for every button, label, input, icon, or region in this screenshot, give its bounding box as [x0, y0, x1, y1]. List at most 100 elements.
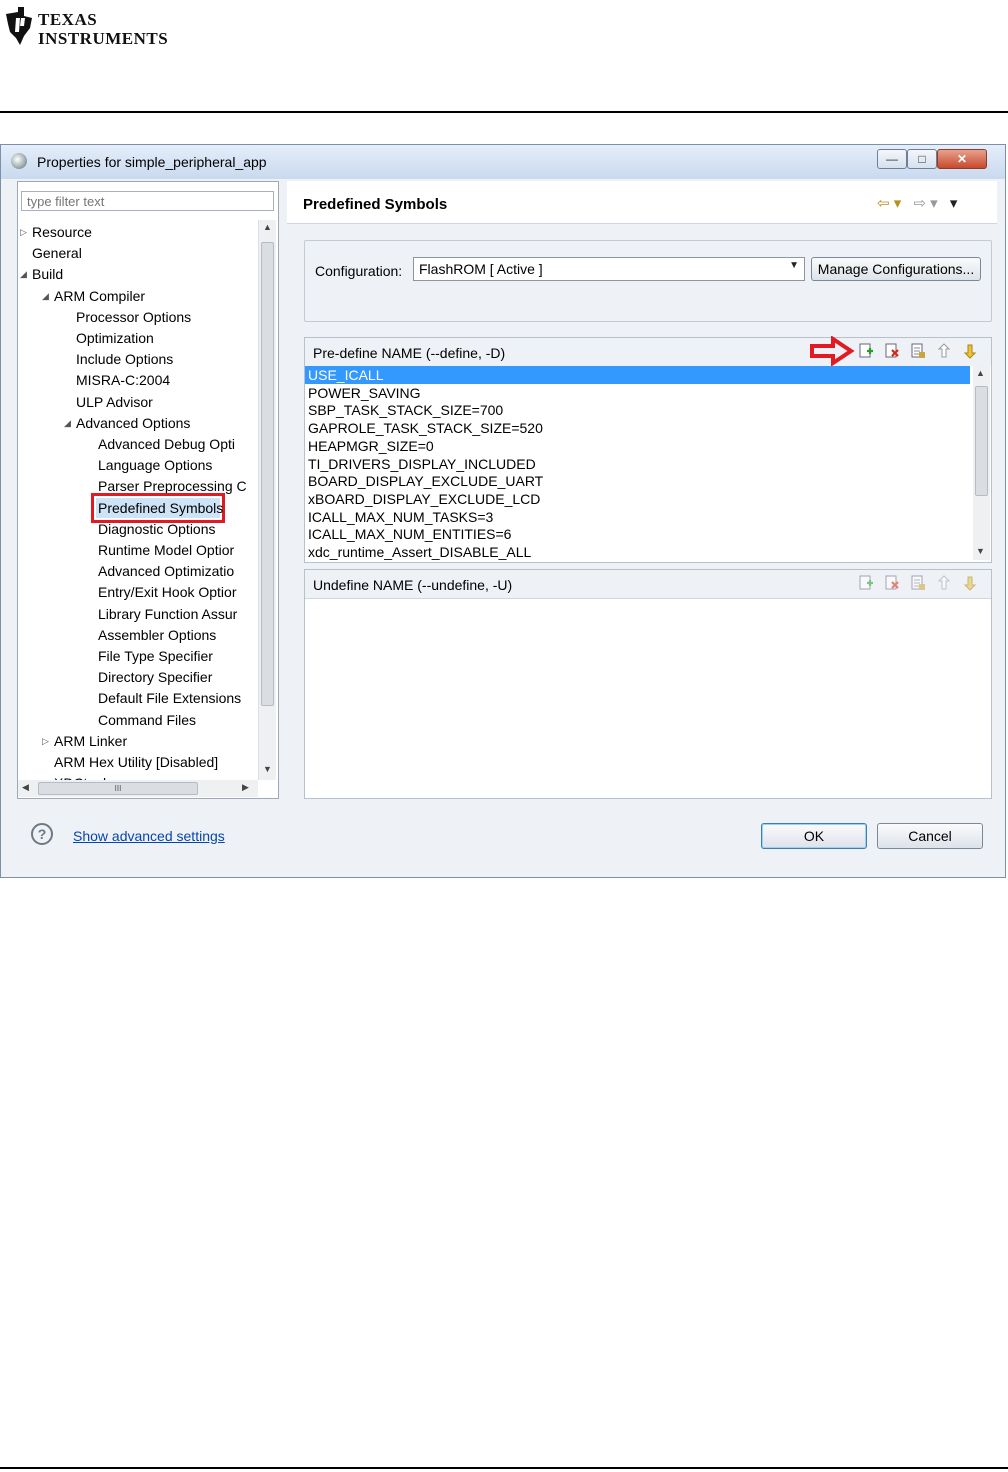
header-rule: [0, 111, 1008, 113]
tree-vscroll-thumb[interactable]: [261, 242, 274, 706]
scroll-left-arrow-icon[interactable]: ◀: [22, 782, 29, 793]
predefine-list-item[interactable]: xBOARD_DISPLAY_EXCLUDE_LCD: [308, 490, 540, 508]
tree-item[interactable]: Command Files: [98, 710, 196, 730]
tree-item[interactable]: ULP Advisor: [76, 392, 153, 412]
add-icon[interactable]: [857, 575, 875, 591]
footer-rule: [0, 1467, 1008, 1469]
tree-vertical-scrollbar[interactable]: ▲ ▼: [258, 220, 276, 780]
tree-item[interactable]: Default File Extensions: [98, 688, 241, 708]
tree-item[interactable]: Runtime Model Optior: [98, 540, 234, 560]
collapsed-twisty-icon[interactable]: ▷: [42, 736, 49, 747]
move-down-icon[interactable]: [961, 575, 979, 591]
expanded-twisty-icon[interactable]: ◢: [42, 291, 49, 302]
configuration-label: Configuration:: [315, 263, 403, 279]
close-button[interactable]: ✕: [937, 149, 987, 169]
tree-item[interactable]: Processor Options: [76, 307, 191, 327]
tree-item[interactable]: Build: [32, 264, 63, 284]
tree-item[interactable]: XDCtools: [54, 773, 113, 780]
predefine-scrollbar[interactable]: ▲ ▼: [973, 366, 990, 560]
predefine-toolbar: [857, 343, 987, 361]
tree-item[interactable]: Directory Specifier: [98, 667, 212, 687]
add-icon[interactable]: [857, 343, 875, 359]
navigation-controls: ⇦ ▾ ⇨ ▾ ▾: [877, 194, 957, 212]
page-title: Predefined Symbols: [303, 196, 448, 213]
undefine-toolbar: [857, 575, 987, 593]
tree-item[interactable]: Advanced Optimizatio: [98, 561, 234, 581]
tree-item[interactable]: MISRA-C:2004: [76, 370, 170, 390]
maximize-button[interactable]: □: [907, 149, 937, 169]
tree-item[interactable]: ARM Linker: [54, 731, 127, 751]
title-bar[interactable]: Properties for simple_peripheral_app — □…: [1, 145, 1005, 179]
predefine-list-item[interactable]: HEAPMGR_SIZE=0: [308, 437, 434, 455]
predefine-list-item[interactable]: USE_ICALL: [305, 366, 970, 384]
tree-item[interactable]: File Type Specifier: [98, 646, 213, 666]
predefine-list-item[interactable]: ICALL_MAX_NUM_TASKS=3: [308, 508, 493, 526]
undefine-group: Undefine NAME (--undefine, -U): [304, 569, 992, 799]
tree-item-predefined-symbols[interactable]: Predefined Symbols: [98, 498, 223, 518]
scroll-down-arrow-icon[interactable]: ▼: [976, 546, 985, 556]
app-icon: [11, 153, 27, 169]
predefine-list-item[interactable]: ICALL_MAX_NUM_ENTITIES=6: [308, 525, 511, 543]
edit-icon[interactable]: [909, 575, 927, 591]
show-advanced-settings-link[interactable]: Show advanced settings: [73, 828, 225, 844]
chevron-down-icon: ▼: [789, 260, 799, 271]
ti-logo: TEXAS INSTRUMENTS: [4, 4, 194, 50]
back-nav-icon[interactable]: ⇦ ▾: [877, 195, 901, 212]
predefine-list-item[interactable]: TI_DRIVERS_DISPLAY_INCLUDED: [308, 455, 536, 473]
filter-input[interactable]: [21, 191, 274, 211]
predefine-list-item[interactable]: SBP_TASK_STACK_SIZE=700: [308, 401, 503, 419]
forward-nav-icon[interactable]: ⇨ ▾: [913, 195, 937, 212]
cancel-button[interactable]: Cancel: [877, 823, 983, 849]
collapsed-twisty-icon[interactable]: ▷: [20, 227, 27, 238]
scroll-up-arrow-icon[interactable]: ▲: [976, 368, 985, 378]
delete-icon[interactable]: [883, 343, 901, 359]
property-tree: ▷ Resource General ◢ Build ◢ ARM Compiler Proce…: [18, 220, 258, 780]
tree-hscroll-thumb[interactable]: III: [38, 782, 198, 795]
help-icon[interactable]: ?: [31, 823, 53, 845]
tree-item[interactable]: Optimization: [76, 328, 154, 348]
tree-item[interactable]: Entry/Exit Hook Optior: [98, 582, 237, 602]
tree-item[interactable]: ARM Hex Utility [Disabled]: [54, 752, 218, 772]
predefine-scroll-thumb[interactable]: [975, 386, 988, 496]
undefine-list[interactable]: [305, 599, 991, 797]
move-up-icon[interactable]: [935, 575, 953, 591]
delete-icon[interactable]: [883, 575, 901, 591]
expanded-twisty-icon[interactable]: ◢: [20, 269, 27, 280]
tree-item[interactable]: Language Options: [98, 455, 212, 475]
tree-item[interactable]: Diagnostic Options: [98, 519, 216, 539]
property-tree-pane: ▷ ResourceGeneral ◢ Build ◢ ARM CompilerProce…: [17, 181, 279, 799]
scroll-right-arrow-icon[interactable]: ▶: [242, 782, 249, 793]
tree-item[interactable]: Assembler Options: [98, 625, 216, 645]
tree-item[interactable]: Advanced Options: [76, 413, 190, 433]
window-title: Properties for simple_peripheral_app: [37, 154, 267, 170]
minimize-button[interactable]: —: [877, 149, 907, 169]
manage-configurations-button[interactable]: Manage Configurations...: [811, 257, 981, 281]
tree-horizontal-scrollbar[interactable]: ◀ III ▶: [18, 780, 258, 797]
predefine-list-item[interactable]: BOARD_DISPLAY_EXCLUDE_UART: [308, 472, 543, 490]
scroll-down-arrow-icon[interactable]: ▼: [261, 764, 274, 778]
predefine-list-item[interactable]: GAPROLE_TASK_STACK_SIZE=520: [308, 419, 543, 437]
view-menu-icon[interactable]: ▾: [950, 195, 958, 212]
configuration-select[interactable]: FlashROM [ Active ] ▼: [413, 257, 805, 281]
tree-item[interactable]: Include Options: [76, 349, 173, 369]
move-down-icon[interactable]: [961, 343, 979, 359]
tree-item[interactable]: Resource: [32, 222, 92, 242]
properties-dialog: Properties for simple_peripheral_app — □…: [0, 144, 1006, 878]
tree-item[interactable]: General: [32, 243, 82, 263]
predefine-list-item[interactable]: POWER_SAVING: [308, 384, 421, 402]
predefine-list[interactable]: USE_ICALL POWER_SAVING SBP_TASK_STACK_SIZE…: [305, 366, 973, 560]
scroll-up-arrow-icon[interactable]: ▲: [261, 222, 274, 236]
predefine-title: Pre-define NAME (--define, -D): [313, 345, 506, 361]
ok-button[interactable]: OK: [761, 823, 867, 849]
expanded-twisty-icon[interactable]: ◢: [64, 418, 71, 429]
tree-item[interactable]: ARM Compiler: [54, 286, 145, 306]
edit-icon[interactable]: [909, 343, 927, 359]
ti-wordmark: TEXAS INSTRUMENTS: [38, 10, 169, 48]
configuration-value: FlashROM [ Active ]: [419, 261, 543, 277]
configuration-group: Configuration: FlashROM [ Active ] ▼ Man…: [304, 240, 992, 322]
tree-item[interactable]: Library Function Assur: [98, 604, 237, 624]
tree-item[interactable]: Advanced Debug Opti: [98, 434, 235, 454]
predefine-list-item[interactable]: xdc_runtime_Assert_DISABLE_ALL: [308, 543, 531, 561]
undefine-title: Undefine NAME (--undefine, -U): [313, 577, 513, 593]
move-up-icon[interactable]: [935, 343, 953, 359]
